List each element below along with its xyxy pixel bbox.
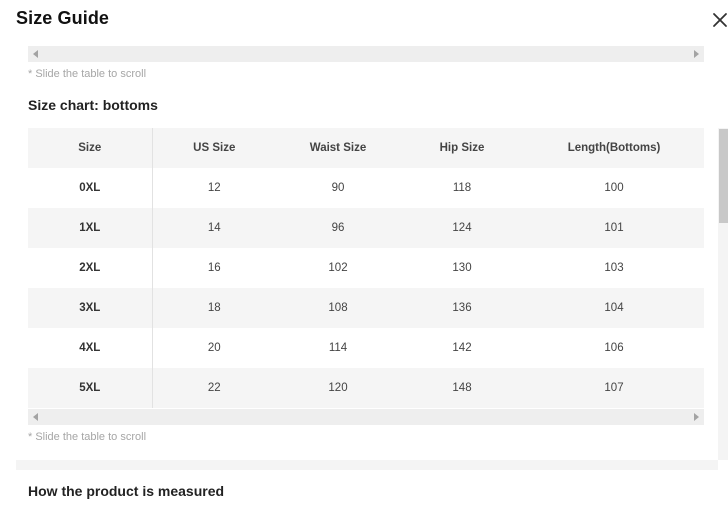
scroll-hint-bottom: * Slide the table to scroll (28, 431, 147, 443)
size-cell: 5XL (28, 368, 153, 408)
size-cell: 1XL (28, 208, 153, 248)
hip-size-cell: 124 (452, 222, 472, 234)
length-cell: 103 (604, 262, 624, 274)
size-guide-dialog: Size Guide * Slide the table to scroll S… (0, 0, 728, 516)
us-size-cell: 18 (207, 302, 221, 314)
us-size-cell: 22 (207, 382, 221, 394)
table-row: 2XL 16 102 130 103 (28, 248, 704, 288)
vertical-scrollbar-thumb[interactable] (719, 129, 728, 223)
waist-size-cell: 90 (331, 182, 345, 194)
hip-size-cell: 148 (452, 382, 472, 394)
waist-size-cell: 114 (328, 342, 348, 354)
scroll-left-arrow-icon[interactable] (33, 50, 38, 58)
size-cell: 3XL (28, 288, 153, 328)
length-cell: 104 (604, 302, 624, 314)
hip-size-cell: 118 (452, 182, 472, 194)
scroll-right-arrow-icon[interactable] (694, 413, 699, 421)
close-button[interactable] (706, 6, 728, 34)
length-cell: 100 (604, 182, 624, 194)
size-chart-table[interactable]: Size US Size Waist Size Hip Size Length(… (28, 128, 705, 408)
hip-size-cell: 130 (452, 262, 472, 274)
us-size-cell: 14 (207, 222, 221, 234)
us-size-cell: 12 (207, 182, 221, 194)
table-row: 1XL 14 96 124 101 (28, 208, 704, 248)
dialog-title: Size Guide (16, 8, 110, 28)
size-cell: 0XL (28, 168, 153, 208)
header-size: Size (28, 128, 153, 168)
table-scrollbar-top[interactable] (28, 46, 704, 62)
us-size-cell: 16 (207, 262, 221, 274)
header-us-size: US Size (193, 142, 236, 154)
section-divider (16, 460, 718, 470)
size-cell: 4XL (28, 328, 153, 368)
size-cell: 2XL (28, 248, 153, 288)
hip-size-cell: 142 (452, 342, 472, 354)
waist-size-cell: 102 (328, 262, 348, 274)
length-cell: 101 (604, 222, 624, 234)
table-row: 5XL 22 120 148 107 (28, 368, 704, 408)
measured-section-title: How the product is measured (28, 483, 225, 499)
scroll-right-arrow-icon[interactable] (694, 50, 699, 58)
close-icon (706, 6, 728, 34)
scroll-left-arrow-icon[interactable] (33, 413, 38, 421)
header-waist-size: Waist Size (309, 142, 367, 154)
table-row: 4XL 20 114 142 106 (28, 328, 704, 368)
hip-size-cell: 136 (452, 302, 472, 314)
table-scrollbar-bottom[interactable] (28, 409, 704, 425)
header-length-bottoms: Length(Bottoms) (567, 142, 661, 154)
waist-size-cell: 96 (331, 222, 345, 234)
header-hip-size: Hip Size (439, 142, 485, 154)
table-row: 3XL 18 108 136 104 (28, 288, 704, 328)
size-chart-title: Size chart: bottoms (28, 97, 158, 113)
us-size-cell: 20 (207, 342, 221, 354)
scroll-hint-top: * Slide the table to scroll (28, 68, 147, 80)
table-header-row: Size US Size Waist Size Hip Size Length(… (28, 128, 704, 168)
waist-size-cell: 120 (328, 382, 348, 394)
length-cell: 106 (604, 342, 624, 354)
length-cell: 107 (604, 382, 624, 394)
waist-size-cell: 108 (328, 302, 348, 314)
table-row: 0XL 12 90 118 100 (28, 168, 704, 208)
